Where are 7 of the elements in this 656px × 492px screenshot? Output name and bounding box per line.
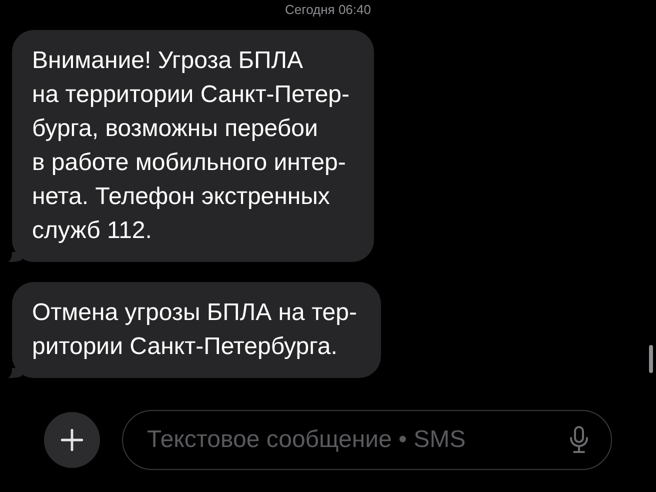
message-bubble: Внимание! Угроза БПЛА на территории Санкт-Петер- бурга, возможны перебои в работе мобильного интер- нета. Телефон экстренных служб 112. (12, 30, 374, 262)
plus-icon (61, 429, 83, 451)
message-input-field[interactable]: Текстовое сообщение • SMS (122, 410, 612, 470)
scrollbar (649, 345, 653, 373)
date-header: Сегодня 06:40 (285, 2, 371, 18)
microphone-icon (570, 426, 588, 454)
message-bubble: Отмена угрозы БПЛА на тер- ритории Санкт-Петербурга. (12, 282, 381, 378)
